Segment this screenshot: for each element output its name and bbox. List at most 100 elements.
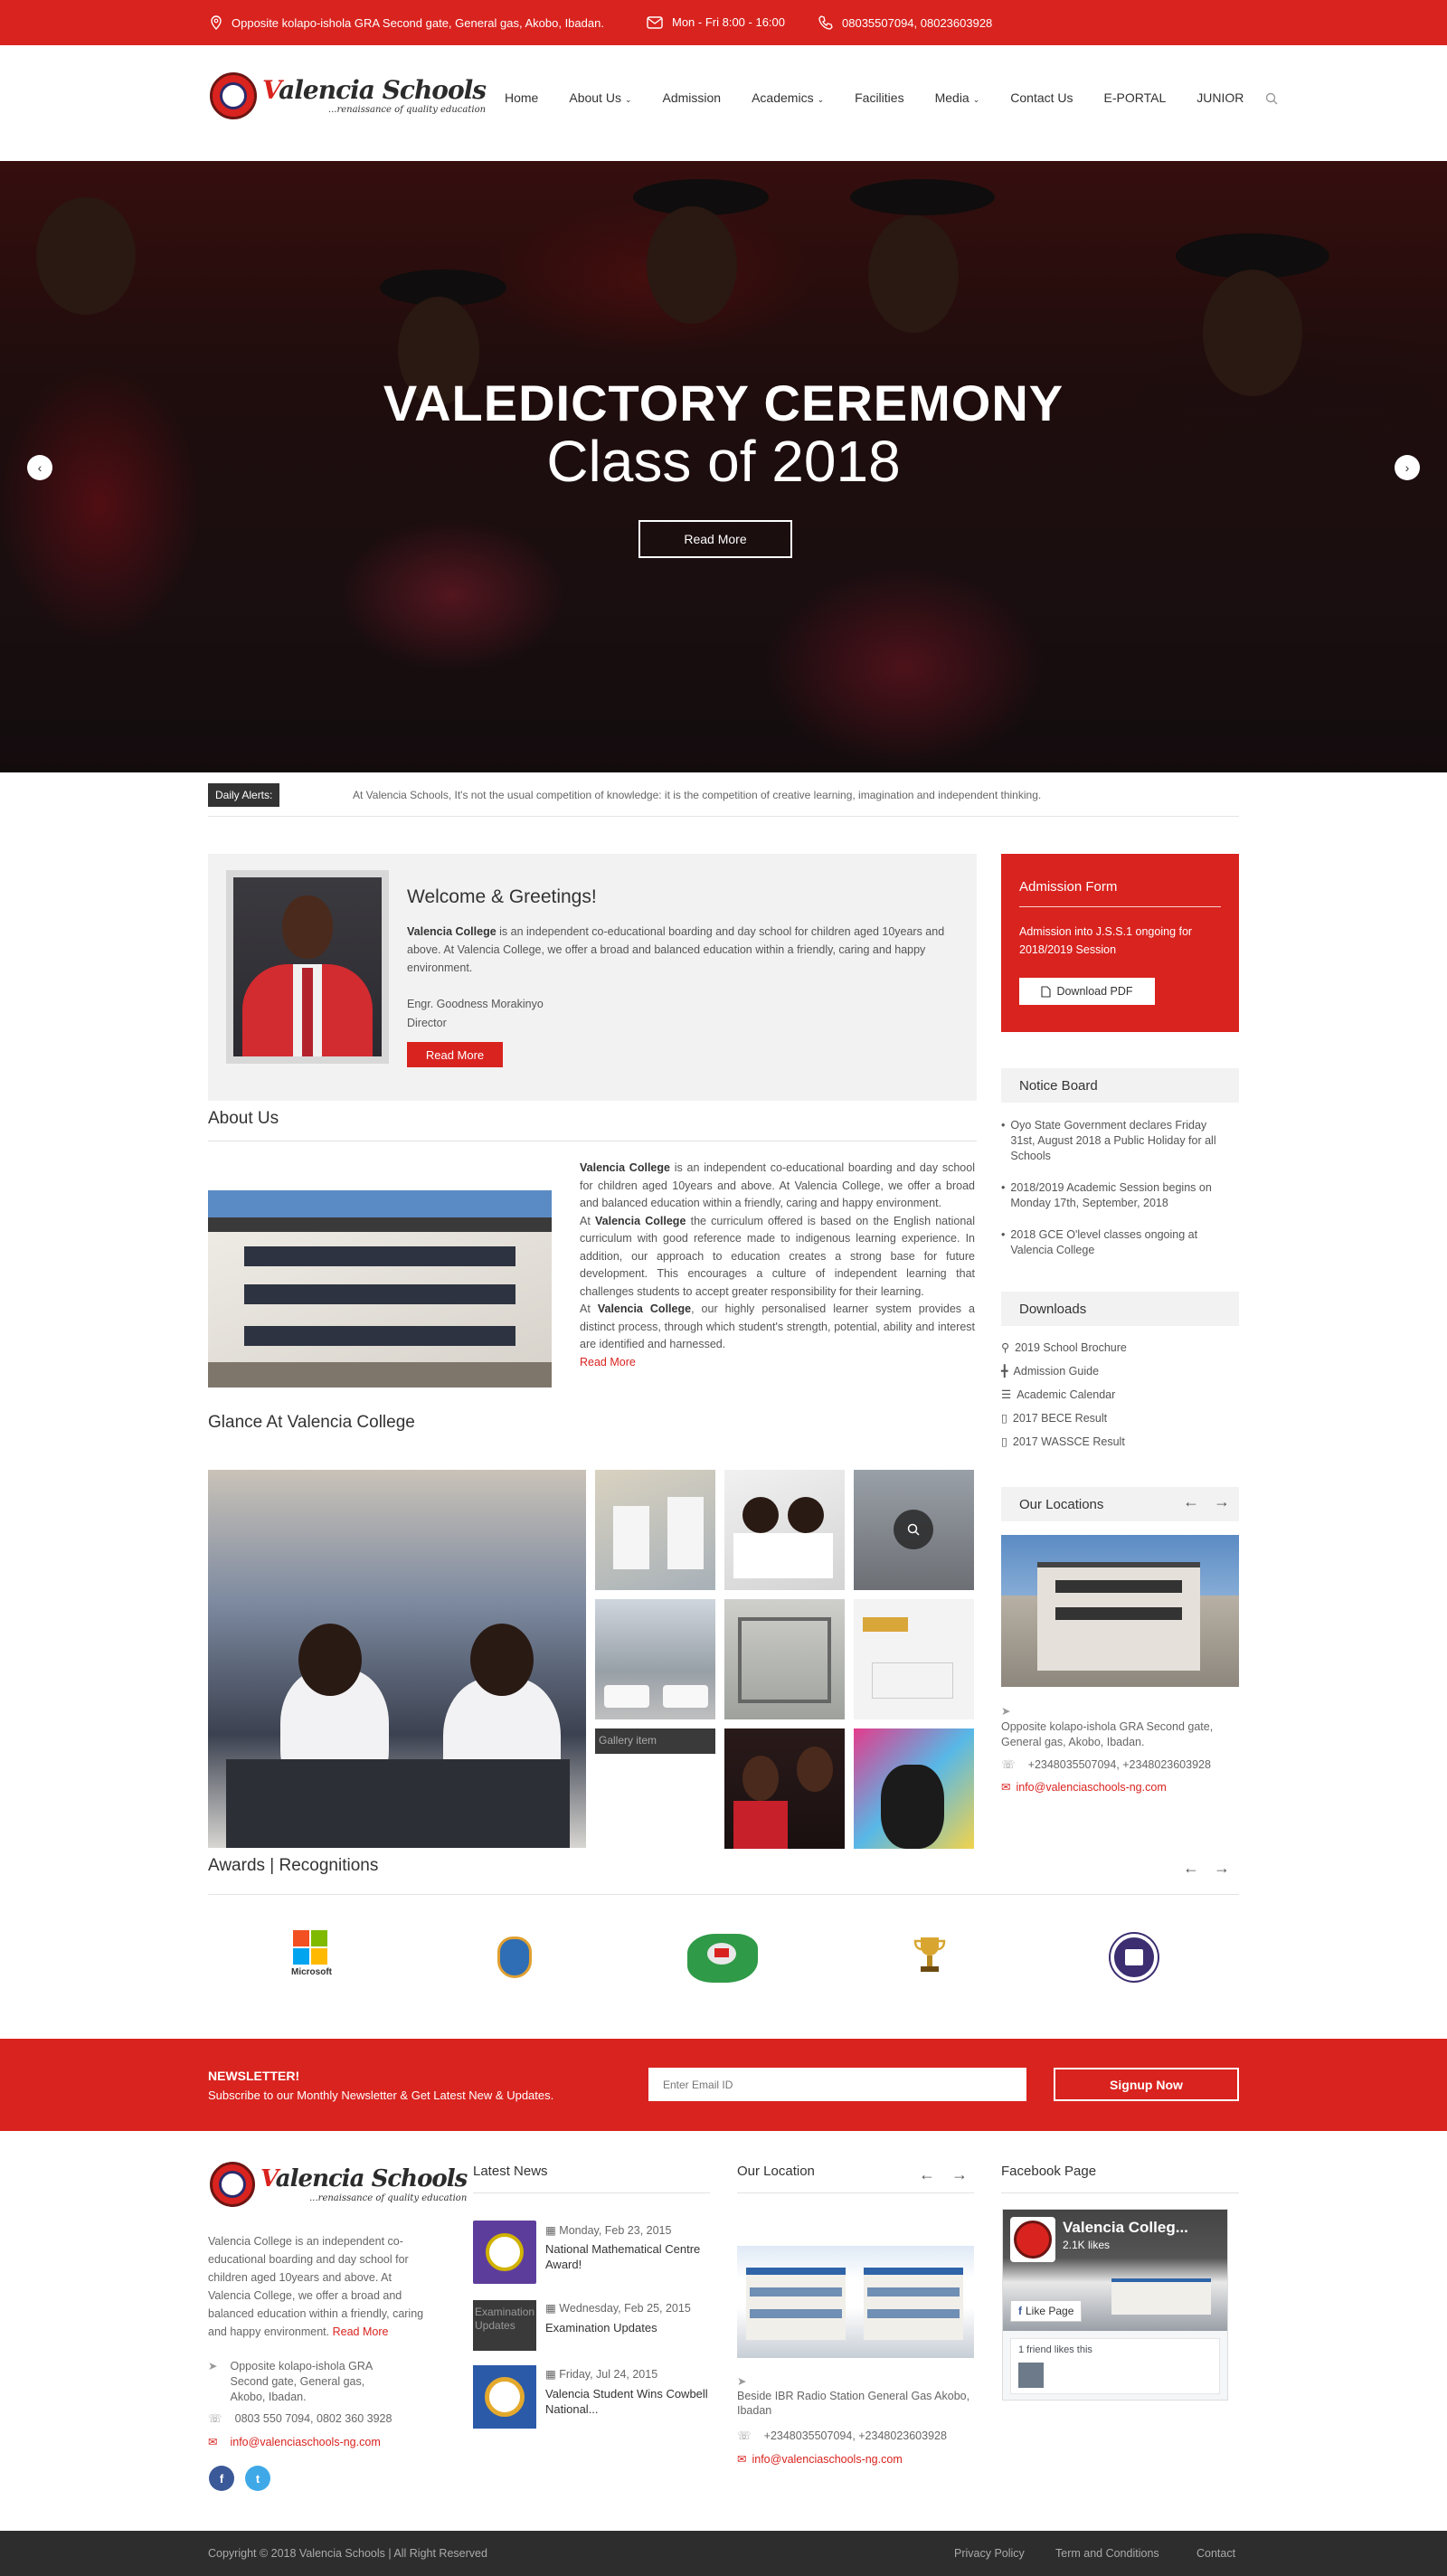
nav-e-portal[interactable]: E-PORTAL (1104, 90, 1167, 108)
footer-read-more-link[interactable]: Read More (333, 2325, 389, 2338)
nav-media[interactable]: Media ⌄ (935, 90, 980, 108)
phone-icon: ☏ (208, 2412, 222, 2425)
calendar-icon: ▦ (545, 2368, 556, 2381)
news-title-link[interactable]: Examination Updates (545, 2321, 657, 2334)
twitter-icon[interactable]: t (245, 2466, 270, 2491)
nav-admission[interactable]: Admission (663, 90, 722, 108)
notice-board-title: Notice Board (1001, 1068, 1239, 1103)
nav-home[interactable]: Home (505, 90, 538, 108)
nav-about-us[interactable]: About Us ⌄ (569, 90, 631, 108)
mail-icon: ✉ (1001, 1781, 1011, 1794)
welcome-text: Valencia College is an independent co-ed… (407, 925, 945, 974)
download-item[interactable]: ╋ Admission Guide (1001, 1364, 1127, 1379)
footer-phone[interactable]: ☏ 0803 550 7094, 0802 360 3928 (208, 2410, 392, 2428)
footer-email[interactable]: ✉ info@valenciaschools-ng.com (208, 2433, 381, 2451)
logo-seal-icon (210, 2162, 255, 2207)
copyright-text: Copyright © 2018 Valencia Schools | All … (208, 2547, 487, 2560)
signpost-icon: ╋ (1001, 1365, 1008, 1378)
gallery-item[interactable] (595, 1470, 715, 1590)
news-thumbnail[interactable] (473, 2365, 536, 2429)
download-item[interactable]: ☰ Academic Calendar (1001, 1387, 1127, 1403)
nav-junior[interactable]: JUNIOR (1196, 90, 1244, 108)
welcome-title: Welcome & Greetings! (407, 886, 597, 907)
footer-location-email[interactable]: ✉ info@valenciaschools-ng.com (737, 2450, 903, 2468)
download-item[interactable]: ⚲ 2019 School Brochure (1001, 1340, 1127, 1356)
location-email[interactable]: ✉ info@valenciaschools-ng.com (1001, 1780, 1239, 1795)
footer-logo[interactable]: Valencia Schools ...renaissance of quali… (210, 2162, 468, 2207)
divider (1001, 2192, 1239, 2193)
nav-contact-us[interactable]: Contact Us (1010, 90, 1073, 108)
privacy-policy-link[interactable]: Privacy Policy (954, 2547, 1025, 2560)
topbar-phones-text[interactable]: 08035507094, 08023603928 (842, 16, 992, 30)
contact-link[interactable]: Contact (1196, 2547, 1235, 2560)
location-next-arrow-icon[interactable]: → (951, 2165, 968, 2184)
download-item[interactable]: ▯ 2017 BECE Result (1001, 1411, 1127, 1426)
notice-item[interactable]: • 2018 GCE O'level classes ongoing at Val… (1001, 1227, 1227, 1258)
friend-avatar[interactable] (1018, 2363, 1044, 2388)
divider (737, 2192, 974, 2193)
notice-item[interactable]: • Oyo State Government declares Friday 31… (1001, 1118, 1227, 1164)
map-pin-icon (211, 15, 222, 30)
chevron-down-icon: ⌄ (624, 95, 632, 104)
footer-location-phone[interactable]: ☏ +2348035507094, +2348023603928 (737, 2427, 947, 2445)
gallery-item[interactable] (595, 1599, 715, 1719)
about-read-more-link[interactable]: Read More (580, 1354, 975, 1372)
location-prev-arrow-icon[interactable]: ← (919, 2165, 935, 2184)
news-date: ▦ Wednesday, Feb 25, 2015 (545, 2302, 691, 2315)
facebook-widget[interactable]: Valencia Colleg... 2.1K likes f Like Page… (1002, 2209, 1228, 2401)
nav-facilities[interactable]: Facilities (855, 90, 903, 108)
news-thumbnail-broken[interactable]: Examination Updates (473, 2300, 536, 2351)
daily-alerts-ticker[interactable]: At Valencia Schools, It's not the usual … (353, 789, 1041, 801)
gallery-item[interactable] (854, 1728, 974, 1849)
zoom-icon[interactable] (894, 1510, 933, 1549)
news-thumbnail[interactable] (473, 2221, 536, 2284)
hero-slider: ‹ › VALEDICTORY CEREMONY Class of 2018 R… (0, 161, 1447, 772)
gallery-main-image[interactable] (208, 1470, 586, 1848)
navigation-icon: ➤ (208, 2360, 218, 2372)
gallery-broken-image[interactable]: Gallery item (595, 1728, 715, 1754)
bookmark-icon: ▯ (1001, 1412, 1007, 1425)
facebook-icon: f (1018, 2305, 1022, 2317)
nav-academics[interactable]: Academics ⌄ (752, 90, 824, 108)
mail-icon: ✉ (208, 2436, 218, 2448)
gallery-item[interactable] (724, 1470, 845, 1590)
locations-prev-arrow-icon[interactable]: ← (1183, 1492, 1199, 1511)
awards-next-arrow-icon[interactable]: → (1214, 1859, 1230, 1878)
about-paragraph: At Valencia College the curriculum offer… (580, 1214, 975, 1298)
site-logo[interactable]: Valencia Schools ...renaissance of quali… (210, 72, 487, 119)
awards-prev-arrow-icon[interactable]: ← (1183, 1859, 1199, 1878)
top-bar: Opposite kolapo-ishola GRA Second gate, … (0, 0, 1447, 45)
gallery-item[interactable] (724, 1599, 845, 1719)
footer-location-address: ➤ Beside IBR Radio Station General Gas A… (737, 2374, 974, 2418)
locations-next-arrow-icon[interactable]: → (1214, 1492, 1230, 1511)
news-title-link[interactable]: National Mathematical Centre Award! (545, 2241, 708, 2272)
gallery-item[interactable] (854, 1470, 974, 1590)
facebook-like-page-button[interactable]: f Like Page (1010, 2300, 1083, 2322)
facebook-icon[interactable]: f (209, 2466, 234, 2491)
facebook-likes-count: 2.1K likes (1063, 2239, 1111, 2251)
facebook-page-name[interactable]: Valencia Colleg... (1063, 2219, 1188, 2237)
phone-icon: ☏ (737, 2429, 752, 2442)
download-pdf-button[interactable]: Download PDF (1019, 978, 1155, 1005)
logo-seal-icon (210, 72, 257, 119)
gallery-item[interactable] (854, 1599, 974, 1719)
location-building-image (1001, 1535, 1239, 1687)
terms-link[interactable]: Term and Conditions (1055, 2547, 1159, 2560)
notice-item[interactable]: • 2018/2019 Academic Session begins on Mo… (1001, 1180, 1227, 1211)
search-icon[interactable] (1265, 92, 1278, 108)
facebook-friends-box: 1 friend likes this (1010, 2338, 1220, 2394)
welcome-read-more-button[interactable]: Read More (407, 1042, 503, 1067)
signup-now-button[interactable]: Signup Now (1054, 2068, 1239, 2101)
news-date: ▦ Monday, Feb 23, 2015 (545, 2224, 672, 2237)
location-phone[interactable]: ☏ +2348035507094, +2348023603928 (1001, 1757, 1239, 1773)
newsletter-email-input[interactable] (648, 2068, 1026, 2101)
gallery-item[interactable] (724, 1728, 845, 1849)
microsoft-logo: Microsoft (291, 1930, 332, 1977)
phone-icon: ☏ (1001, 1758, 1016, 1771)
hero-read-more-button[interactable]: Read More (638, 520, 792, 558)
about-paragraph: Valencia College is an independent co-ed… (580, 1161, 975, 1209)
news-title-link[interactable]: Valencia Student Wins Cowbell National..… (545, 2386, 708, 2417)
download-item[interactable]: ▯ 2017 WASSCE Result (1001, 1435, 1127, 1450)
footer-address: ➤ Opposite kolapo-ishola GRA Second gate,… (208, 2360, 373, 2403)
notice-list: • Oyo State Government declares Friday 31… (1001, 1118, 1227, 1258)
